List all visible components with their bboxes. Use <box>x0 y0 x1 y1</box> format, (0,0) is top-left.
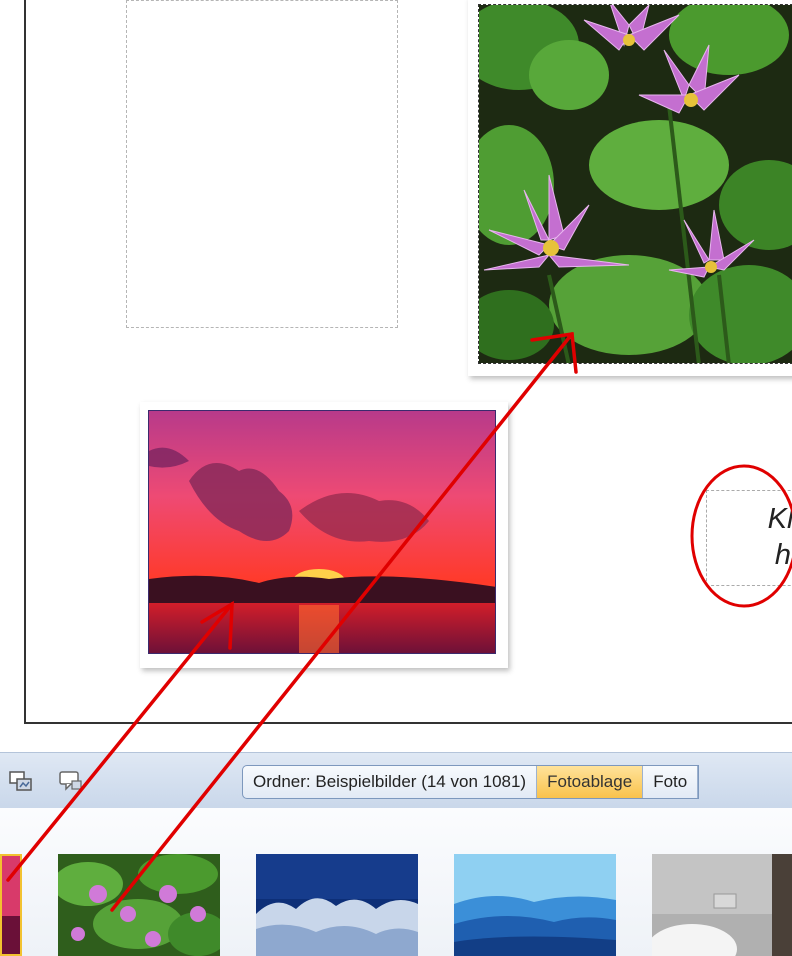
text-line-1: Klic <box>767 503 792 535</box>
thumbnail-sunset[interactable] <box>0 854 22 956</box>
thumbnail-strip <box>0 808 792 956</box>
thumbnail-water-lilies[interactable] <box>58 854 220 956</box>
text-field-box[interactable]: Klic hir <box>706 490 792 586</box>
water-lily-photo[interactable] <box>478 4 792 364</box>
comment-icon[interactable] <box>58 769 84 793</box>
thumbnail-blue-hills[interactable] <box>454 854 616 956</box>
text-line-2: hir <box>774 539 792 571</box>
tab-fotoablage[interactable]: Fotoablage <box>537 766 644 798</box>
thumbnail-blue-forest[interactable] <box>256 854 418 956</box>
photo-book-canvas: Klic hir <box>0 0 792 745</box>
water-lily-photo-frame[interactable] <box>468 0 792 376</box>
sunset-photo[interactable] <box>148 410 496 654</box>
photo-toolbar: Ordner: Beispielbilder (14 von 1081) Fot… <box>0 752 792 809</box>
tab-bar: Ordner: Beispielbilder (14 von 1081) Fot… <box>242 765 700 799</box>
thumbnail-grey-photo[interactable] <box>652 854 792 956</box>
sunset-photo-frame[interactable] <box>140 402 508 668</box>
text-field-content: Klic hir <box>721 501 792 573</box>
tab-foto[interactable]: Foto <box>643 766 699 798</box>
image-settings-icon[interactable] <box>8 769 34 793</box>
empty-photo-placeholder[interactable] <box>126 0 398 328</box>
tab-folder[interactable]: Ordner: Beispielbilder (14 von 1081) <box>243 766 538 798</box>
